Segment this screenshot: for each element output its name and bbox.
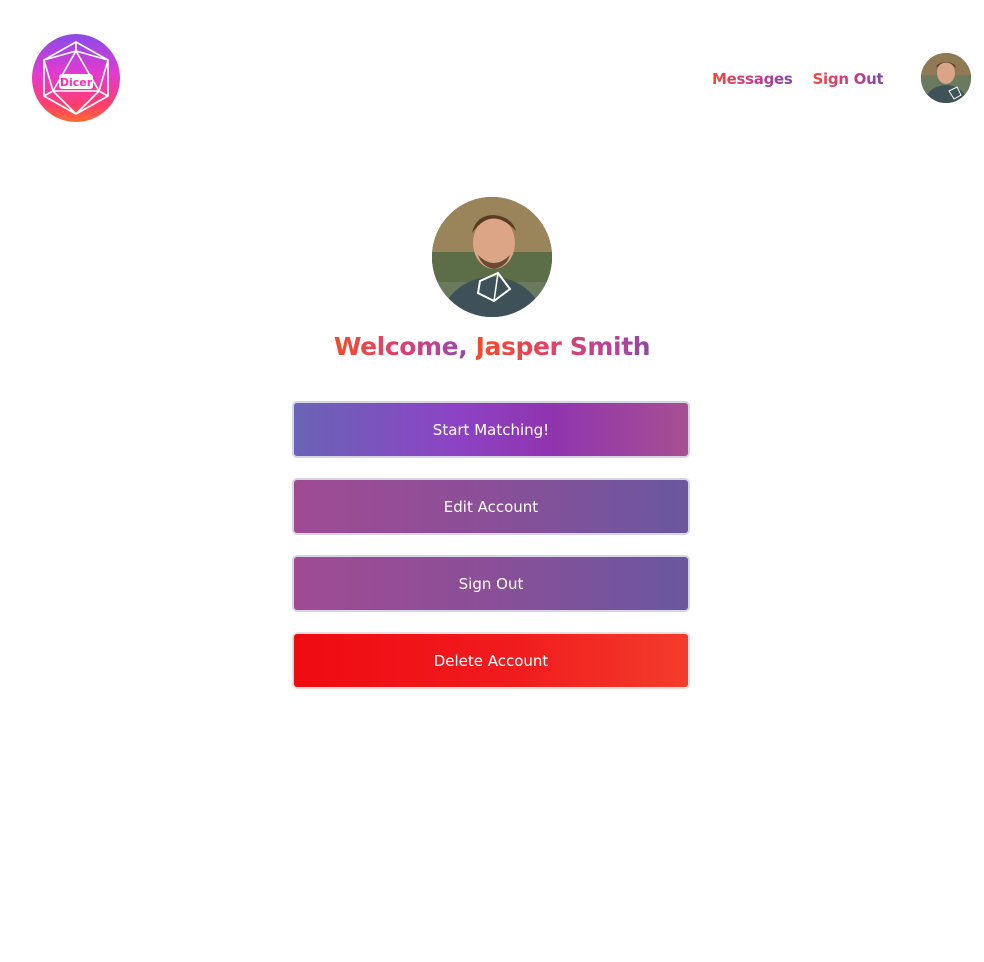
user-photo-icon bbox=[921, 53, 971, 103]
profile-photo-icon bbox=[432, 197, 552, 317]
welcome-heading: Welcome, Jasper Smith bbox=[0, 332, 984, 361]
edit-account-button[interactable]: Edit Account bbox=[292, 478, 690, 535]
start-matching-button[interactable]: Start Matching! bbox=[292, 401, 690, 458]
top-nav: Messages Sign Out bbox=[712, 70, 884, 88]
sign-out-button[interactable]: Sign Out bbox=[292, 555, 690, 612]
nav-messages-link[interactable]: Messages bbox=[712, 70, 793, 88]
logo-text: Dicer bbox=[59, 76, 93, 89]
page: Dicer Messages Sign Out Welcome, Jasper … bbox=[0, 0, 984, 962]
welcome-name: Jasper Smith bbox=[475, 332, 651, 361]
dicer-logo[interactable]: Dicer bbox=[32, 34, 120, 122]
delete-account-button[interactable]: Delete Account bbox=[292, 632, 690, 689]
nav-signout-link[interactable]: Sign Out bbox=[813, 70, 884, 88]
user-avatar-small[interactable] bbox=[921, 53, 971, 103]
profile-avatar bbox=[432, 197, 552, 317]
welcome-prefix: Welcome, bbox=[333, 332, 468, 361]
